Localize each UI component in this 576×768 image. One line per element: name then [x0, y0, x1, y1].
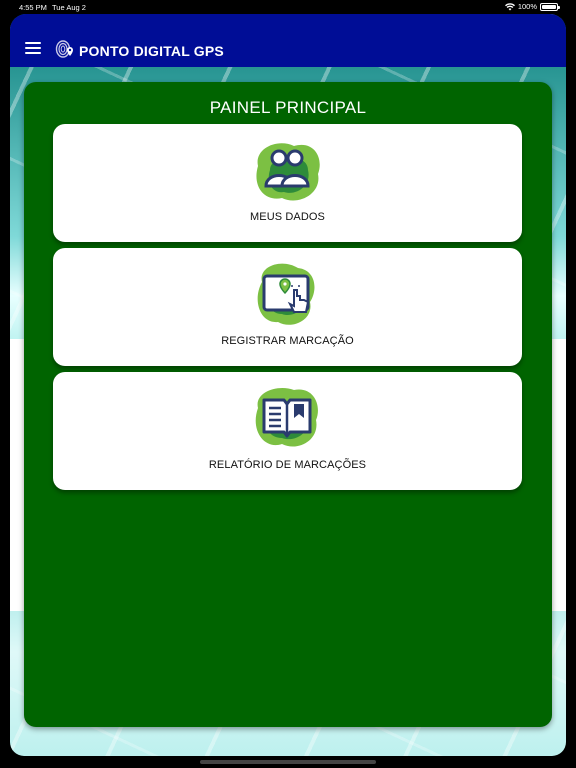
meus-dados-card[interactable]: MEUS DADOS	[53, 124, 522, 242]
app-screen: PONTO DIGITAL GPS PAINEL PRINCIPAL MEUS …	[10, 14, 566, 756]
tablet-location-touch-icon	[257, 263, 315, 325]
card-label: MEUS DADOS	[250, 211, 325, 223]
status-right: 100%	[504, 2, 560, 11]
status-date: Tue Aug 2	[52, 3, 86, 12]
panel-title: PAINEL PRINCIPAL	[209, 98, 367, 117]
open-book-report-icon	[255, 388, 318, 447]
card-label: REGISTRAR MARCAÇÃO	[221, 335, 354, 347]
wifi-icon	[504, 2, 515, 10]
home-indicator[interactable]	[200, 760, 376, 764]
battery-icon	[540, 2, 560, 11]
users-icon	[256, 143, 320, 201]
status-time: 4:55 PM	[19, 3, 47, 12]
app-title: PONTO DIGITAL GPS	[79, 43, 224, 59]
status-bar: 4:55 PM Tue Aug 2 100%	[0, 0, 576, 14]
battery-percent: 100%	[517, 2, 537, 11]
registrar-marcacao-card[interactable]: REGISTRAR MARCAÇÃO	[53, 248, 522, 366]
app-bar: PONTO DIGITAL GPS	[10, 14, 566, 67]
main-panel: PAINEL PRINCIPAL MEUS DADOS REGISTRAR MA…	[24, 82, 552, 727]
menu-icon[interactable]	[25, 42, 41, 54]
fingerprint-location-logo	[55, 40, 73, 58]
relatorio-marcacoes-card[interactable]: RELATÓRIO DE MARCAÇÕES	[53, 372, 522, 490]
card-label: RELATÓRIO DE MARCAÇÕES	[208, 459, 367, 471]
